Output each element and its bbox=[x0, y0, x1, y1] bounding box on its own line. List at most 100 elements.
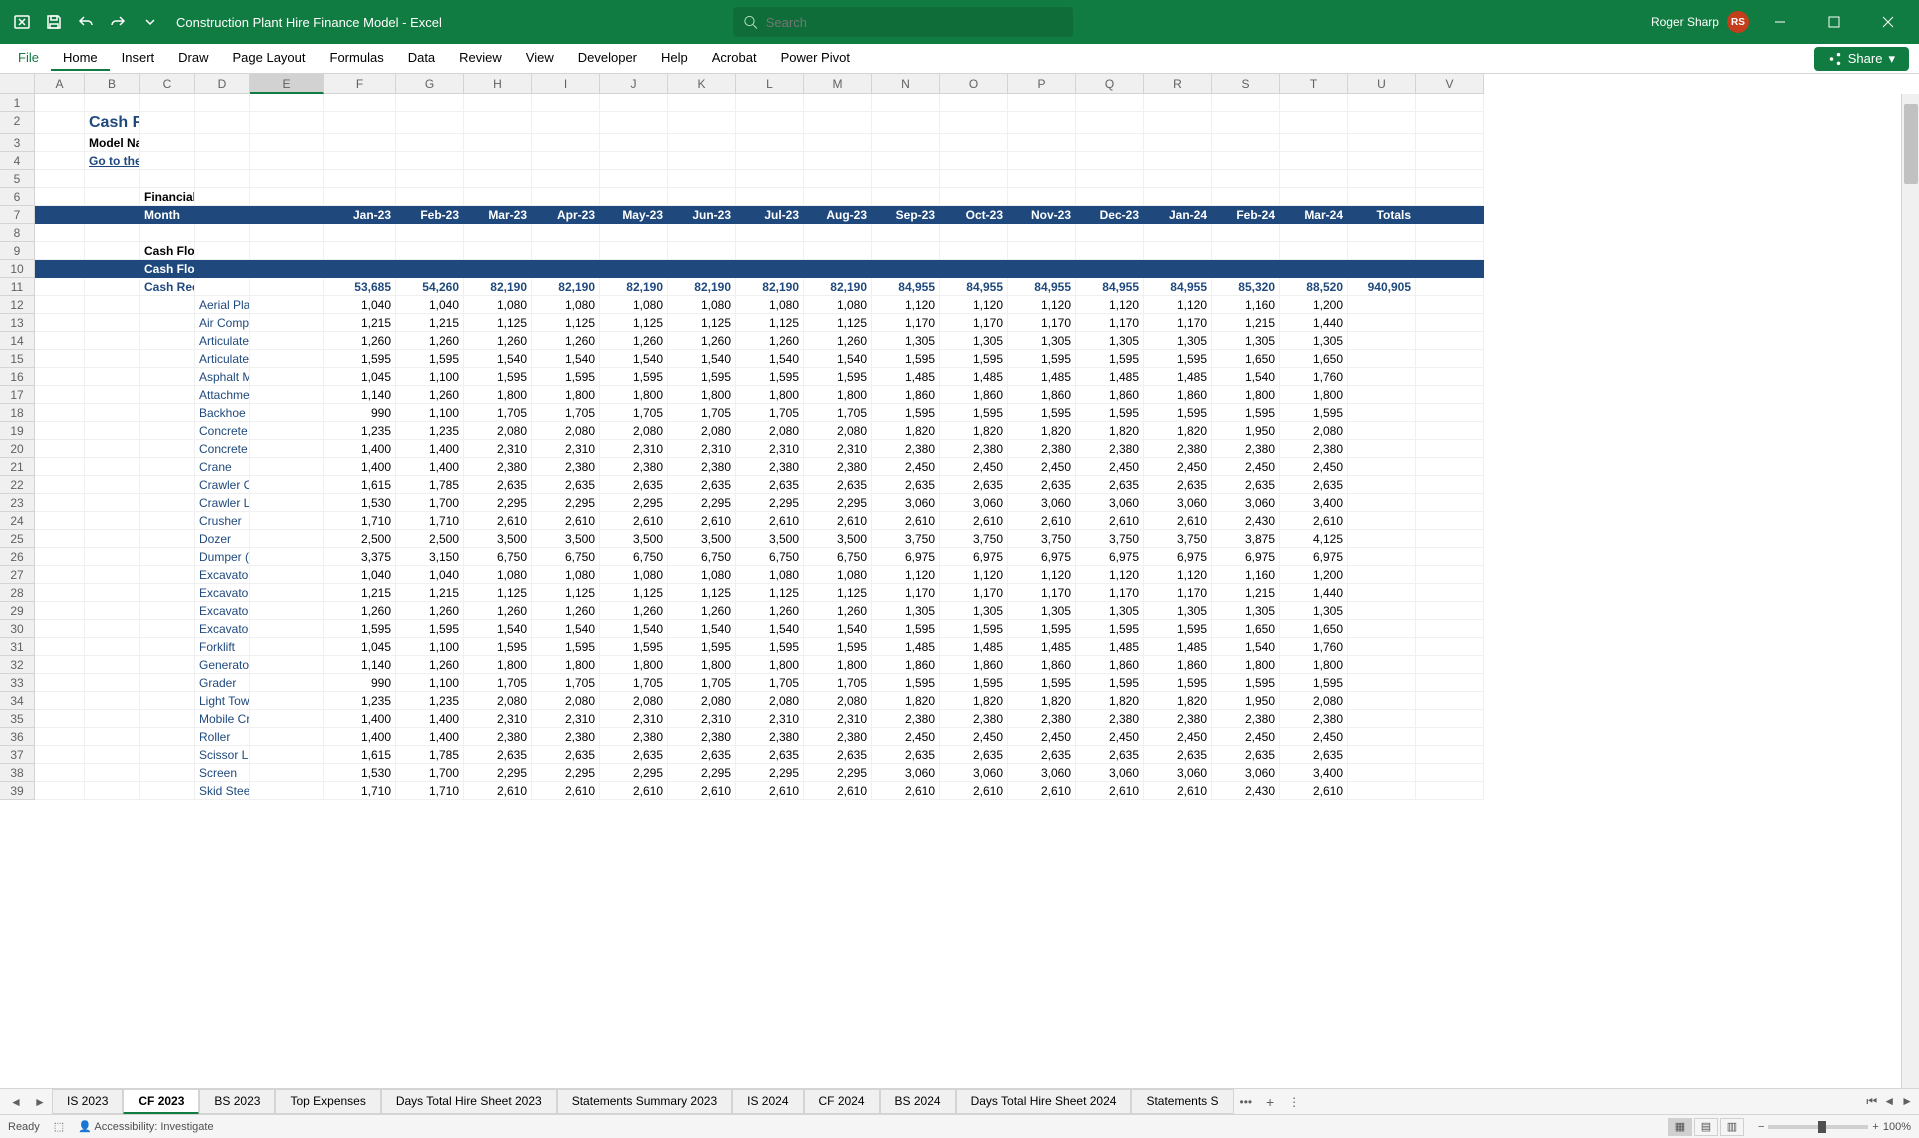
cell[interactable]: 990 bbox=[324, 674, 396, 692]
cell[interactable]: 2,610 bbox=[804, 782, 872, 800]
cell[interactable]: 3,500 bbox=[532, 530, 600, 548]
row-header[interactable]: 37 bbox=[0, 746, 35, 764]
cell[interactable]: 2,080 bbox=[668, 422, 736, 440]
cell[interactable]: Nov-23 bbox=[1008, 206, 1076, 224]
cell[interactable]: 1,760 bbox=[1280, 368, 1348, 386]
column-header-T[interactable]: T bbox=[1280, 74, 1348, 94]
cell[interactable] bbox=[324, 170, 396, 188]
cell[interactable]: Jan-24 bbox=[1144, 206, 1212, 224]
cell[interactable]: 1,540 bbox=[804, 620, 872, 638]
cell[interactable]: 88,520 bbox=[1280, 278, 1348, 296]
cell[interactable]: 1,595 bbox=[1008, 350, 1076, 368]
cell[interactable]: 2,610 bbox=[1008, 512, 1076, 530]
customize-qat-icon[interactable] bbox=[136, 8, 164, 36]
cell[interactable] bbox=[1076, 260, 1144, 278]
cell[interactable]: Excavators Crawler (13t plus) bbox=[195, 566, 250, 584]
cell[interactable]: 1,305 bbox=[1144, 332, 1212, 350]
row-header[interactable]: 7 bbox=[0, 206, 35, 224]
cell[interactable] bbox=[1144, 260, 1212, 278]
cell[interactable] bbox=[35, 170, 85, 188]
cell[interactable] bbox=[250, 368, 324, 386]
cell[interactable]: 1,800 bbox=[1280, 386, 1348, 404]
zoom-level[interactable]: 100% bbox=[1883, 1121, 1911, 1133]
cell[interactable] bbox=[532, 242, 600, 260]
cell[interactable] bbox=[35, 512, 85, 530]
cell[interactable] bbox=[396, 94, 464, 112]
cell[interactable]: 1,595 bbox=[1008, 404, 1076, 422]
cell[interactable]: 2,295 bbox=[736, 764, 804, 782]
cell[interactable]: 1,235 bbox=[324, 422, 396, 440]
cell[interactable] bbox=[804, 260, 872, 278]
cell[interactable] bbox=[195, 188, 250, 206]
row-header[interactable]: 16 bbox=[0, 368, 35, 386]
cell[interactable] bbox=[1280, 242, 1348, 260]
cell[interactable]: 2,450 bbox=[1008, 728, 1076, 746]
column-header-N[interactable]: N bbox=[872, 74, 940, 94]
cell[interactable]: 1,950 bbox=[1212, 422, 1280, 440]
cell[interactable]: 1,260 bbox=[668, 602, 736, 620]
cell[interactable]: 2,310 bbox=[464, 440, 532, 458]
cell[interactable]: 3,750 bbox=[1076, 530, 1144, 548]
cell[interactable]: 1,260 bbox=[396, 602, 464, 620]
cell[interactable] bbox=[35, 332, 85, 350]
cell[interactable]: 2,610 bbox=[600, 512, 668, 530]
cell[interactable] bbox=[35, 764, 85, 782]
cell[interactable]: 82,190 bbox=[668, 278, 736, 296]
cell[interactable]: Roller bbox=[195, 728, 250, 746]
cell[interactable]: 1,125 bbox=[464, 314, 532, 332]
sheet-tab[interactable]: IS 2023 bbox=[52, 1089, 123, 1114]
cell[interactable] bbox=[85, 206, 140, 224]
row-header[interactable]: 25 bbox=[0, 530, 35, 548]
cell[interactable]: 2,380 bbox=[804, 458, 872, 476]
cell[interactable] bbox=[140, 584, 195, 602]
cell[interactable]: 2,450 bbox=[1280, 728, 1348, 746]
cell[interactable]: Mar-24 bbox=[1280, 206, 1348, 224]
cell[interactable] bbox=[532, 170, 600, 188]
cell[interactable]: 2,610 bbox=[668, 782, 736, 800]
cell[interactable]: May-23 bbox=[600, 206, 668, 224]
cell[interactable]: 1,080 bbox=[532, 566, 600, 584]
cell[interactable]: 1,705 bbox=[736, 674, 804, 692]
cell[interactable]: 2,310 bbox=[600, 440, 668, 458]
cell[interactable] bbox=[1348, 746, 1416, 764]
cell[interactable]: 1,710 bbox=[396, 512, 464, 530]
cell[interactable] bbox=[250, 638, 324, 656]
cell[interactable] bbox=[35, 638, 85, 656]
cell[interactable]: 53,685 bbox=[324, 278, 396, 296]
cell[interactable]: 1,595 bbox=[1144, 674, 1212, 692]
cell[interactable] bbox=[250, 674, 324, 692]
cell[interactable] bbox=[1416, 260, 1484, 278]
cell[interactable]: 1,120 bbox=[1008, 296, 1076, 314]
cell[interactable] bbox=[1008, 242, 1076, 260]
cell[interactable]: 1,595 bbox=[940, 350, 1008, 368]
cell[interactable] bbox=[872, 134, 940, 152]
row-header[interactable]: 23 bbox=[0, 494, 35, 512]
cell[interactable] bbox=[85, 314, 140, 332]
cell[interactable]: 3,500 bbox=[668, 530, 736, 548]
cell[interactable]: 2,310 bbox=[804, 710, 872, 728]
cell[interactable] bbox=[396, 224, 464, 242]
cell[interactable]: 1,540 bbox=[804, 350, 872, 368]
cell[interactable]: 3,400 bbox=[1280, 494, 1348, 512]
cell[interactable]: Feb-23 bbox=[396, 206, 464, 224]
cell[interactable]: Crane bbox=[195, 458, 250, 476]
cell[interactable] bbox=[1416, 674, 1484, 692]
cell[interactable]: 1,800 bbox=[1280, 656, 1348, 674]
cell[interactable] bbox=[464, 224, 532, 242]
cell[interactable] bbox=[736, 260, 804, 278]
cell[interactable]: 1,950 bbox=[1212, 692, 1280, 710]
cell[interactable] bbox=[35, 152, 85, 170]
cell[interactable]: 2,450 bbox=[1144, 458, 1212, 476]
cell[interactable]: 2,295 bbox=[804, 764, 872, 782]
zoom-out-button[interactable]: − bbox=[1758, 1121, 1764, 1133]
cell[interactable] bbox=[1416, 278, 1484, 296]
cell[interactable]: 1,820 bbox=[1076, 692, 1144, 710]
cell[interactable]: 1,540 bbox=[464, 620, 532, 638]
cell[interactable] bbox=[1280, 134, 1348, 152]
cell[interactable] bbox=[600, 152, 668, 170]
cell[interactable]: 1,305 bbox=[1076, 332, 1144, 350]
cell[interactable] bbox=[1076, 112, 1144, 134]
cell[interactable]: 2,635 bbox=[1144, 476, 1212, 494]
cell[interactable]: 2,450 bbox=[1076, 458, 1144, 476]
cell[interactable]: 1,540 bbox=[668, 620, 736, 638]
